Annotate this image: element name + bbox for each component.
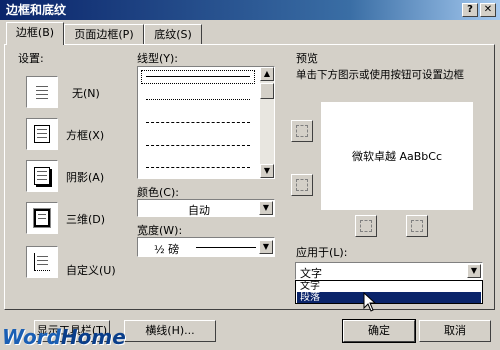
title-bar[interactable]: 边框和底纹 ? ✕ [0, 0, 500, 20]
top-border-button[interactable] [291, 120, 313, 142]
scroll-thumb[interactable] [260, 83, 274, 99]
line-style-list[interactable]: ▲ ▼ [137, 66, 275, 179]
color-value: 自动 [188, 204, 210, 217]
chevron-down-icon[interactable]: ▼ [259, 240, 273, 254]
setting-shadow-label: 阴影(A) [66, 171, 105, 184]
setting-custom-label: 自定义(U) [66, 264, 116, 277]
width-line-sample [196, 247, 256, 248]
chevron-down-icon[interactable]: ▼ [259, 201, 273, 215]
mouse-cursor-icon [363, 292, 377, 312]
tab-page-border[interactable]: 页面边框(P) [64, 24, 144, 44]
line-style-long-dash[interactable] [146, 145, 250, 146]
settings-heading: 设置: [18, 52, 44, 65]
line-style-dashed[interactable] [146, 122, 250, 123]
ok-button[interactable]: 确定 [342, 319, 416, 343]
apply-to-dropdown[interactable]: 文字 段落 [295, 280, 483, 304]
tab-borders[interactable]: 边框(B) [6, 22, 64, 45]
tab-shading[interactable]: 底纹(S) [144, 24, 202, 44]
border-top-icon [296, 125, 308, 137]
border-bottom-icon [296, 179, 308, 191]
list-selection [141, 70, 255, 84]
line-style-dash-dot[interactable] [146, 167, 250, 168]
setting-none-button[interactable] [26, 76, 58, 108]
line-style-solid[interactable] [146, 76, 250, 77]
style-scrollbar[interactable]: ▲ ▼ [260, 67, 274, 178]
apply-to-label: 应用于(L): [296, 246, 348, 259]
preview-sample-text: 微软卓越 AaBbCc [351, 150, 443, 163]
width-select[interactable]: ½ 磅 ▼ [137, 237, 275, 257]
border-left-icon [360, 220, 372, 232]
border-box-icon [34, 125, 50, 143]
width-label: 宽度(W): [137, 224, 183, 237]
setting-shadow-button[interactable] [26, 160, 58, 192]
left-border-button[interactable] [355, 215, 377, 237]
right-border-button[interactable] [406, 215, 428, 237]
color-label: 颜色(C): [137, 186, 179, 199]
cancel-button[interactable]: 取消 [419, 320, 491, 342]
apply-to-option-paragraph[interactable]: 段落 [297, 292, 481, 303]
border-custom-icon [34, 253, 50, 271]
border-shadow-icon [34, 167, 50, 185]
help-button[interactable]: ? [462, 3, 478, 17]
preview-area[interactable]: 微软卓越 AaBbCc [321, 102, 473, 210]
setting-box-label: 方框(X) [66, 129, 105, 142]
bottom-border-button[interactable] [291, 174, 313, 196]
apply-to-value: 文字 [300, 267, 322, 280]
window-title: 边框和底纹 [6, 3, 67, 17]
setting-custom-button[interactable] [26, 246, 58, 278]
scroll-up-icon[interactable]: ▲ [260, 67, 274, 81]
setting-3d-label: 三维(D) [66, 213, 106, 226]
chevron-down-icon[interactable]: ▼ [467, 264, 481, 278]
color-select[interactable]: 自动 ▼ [137, 199, 275, 217]
setting-3d-button[interactable] [26, 202, 58, 234]
setting-none-label: 无(N) [72, 87, 100, 100]
width-value: ½ 磅 [154, 243, 180, 256]
border-right-icon [411, 220, 423, 232]
horizontal-line-button[interactable]: 横线(H)... [124, 320, 216, 342]
close-button[interactable]: ✕ [480, 3, 496, 17]
wordhome-watermark: WordHome [2, 325, 126, 349]
border-none-icon [34, 83, 50, 101]
border-3d-icon [33, 208, 51, 228]
apply-to-select[interactable]: 文字 ▼ [295, 262, 483, 280]
apply-to-option-text[interactable]: 文字 [297, 281, 481, 292]
style-label: 线型(Y): [137, 52, 179, 65]
scroll-down-icon[interactable]: ▼ [260, 164, 274, 178]
setting-box-button[interactable] [26, 118, 58, 150]
preview-label: 预览 [296, 52, 318, 65]
line-style-dotted[interactable] [146, 99, 250, 100]
preview-hint: 单击下方图示或使用按钮可设置边框 [296, 69, 464, 81]
